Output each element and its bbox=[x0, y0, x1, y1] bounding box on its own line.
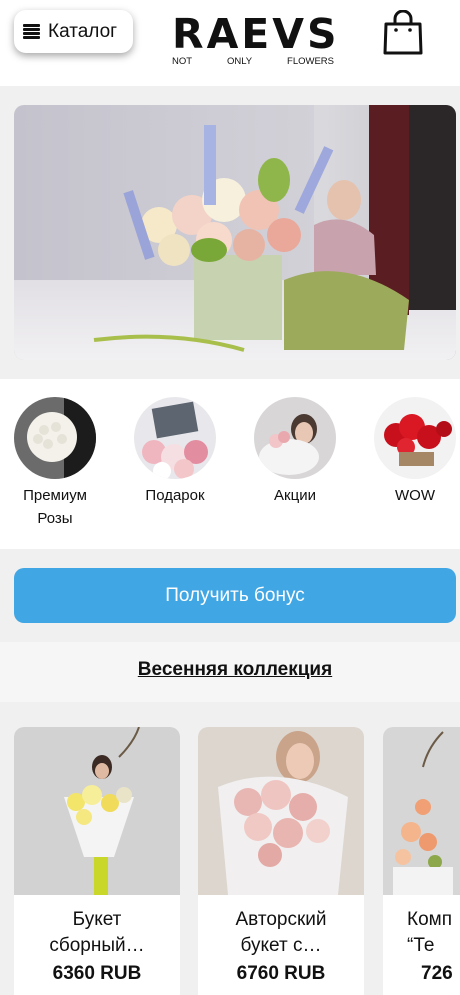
product-image bbox=[383, 727, 460, 895]
hero-banner-image[interactable] bbox=[14, 105, 456, 360]
product-name-line: Комп bbox=[407, 909, 452, 930]
category-sales[interactable]: Акции bbox=[245, 397, 345, 507]
category-label: Премиум Розы bbox=[5, 484, 105, 530]
category-image bbox=[374, 397, 456, 479]
product-name-line: “Те bbox=[407, 935, 435, 956]
product-name: Букет сборный… bbox=[14, 907, 180, 959]
category-label-line: WOW bbox=[395, 487, 435, 504]
bonus-section: Получить бонус bbox=[0, 549, 460, 642]
category-image bbox=[14, 397, 96, 479]
category-label-line: Акции bbox=[274, 487, 316, 504]
brand-logo[interactable]: RAEVS NOT ONLY FLOWERS bbox=[172, 10, 340, 74]
category-label: WOW bbox=[365, 484, 460, 507]
category-row: Премиум Розы Подарок Акции WOW bbox=[0, 379, 460, 549]
product-image bbox=[14, 727, 180, 895]
product-carousel[interactable]: Букет сборный… 6360 RUB Авторский букет … bbox=[0, 702, 460, 995]
product-name-line: Авторский bbox=[235, 909, 327, 930]
category-gift[interactable]: Подарок bbox=[125, 397, 225, 507]
product-card[interactable]: Авторский букет с… 6760 RUB bbox=[198, 727, 364, 995]
shopping-bag-icon[interactable] bbox=[383, 9, 423, 56]
category-label: Подарок bbox=[125, 484, 225, 507]
logo-tagline-word: NOT bbox=[172, 56, 193, 67]
product-name-line: букет с… bbox=[240, 935, 322, 956]
product-price: 726 bbox=[421, 963, 453, 984]
product-price: 6760 RUB bbox=[236, 963, 326, 984]
product-card[interactable]: Букет сборный… 6360 RUB bbox=[14, 727, 180, 995]
product-image bbox=[198, 727, 364, 895]
logo-wordmark: RAEVS bbox=[172, 10, 340, 58]
collection-title-link[interactable]: Весенняя коллекция bbox=[0, 659, 460, 681]
category-image bbox=[134, 397, 216, 479]
product-name-line: сборный… bbox=[49, 935, 145, 956]
product-name: Комп “Те bbox=[383, 907, 460, 959]
category-image bbox=[254, 397, 336, 479]
logo-tagline-word: FLOWERS bbox=[287, 56, 334, 67]
category-label-line: Розы bbox=[37, 510, 73, 527]
catalog-label: Каталог bbox=[48, 20, 118, 42]
category-label-line: Подарок bbox=[145, 487, 205, 504]
category-label-line: Премиум bbox=[23, 487, 87, 504]
get-bonus-button[interactable]: Получить бонус bbox=[14, 568, 456, 623]
hero-section bbox=[0, 86, 460, 379]
category-wow[interactable]: WOW bbox=[365, 397, 460, 507]
collection-header: Весенняя коллекция bbox=[0, 642, 460, 702]
product-name: Авторский букет с… bbox=[198, 907, 364, 959]
catalog-button[interactable]: Каталог bbox=[14, 10, 133, 53]
header: Каталог RAEVS NOT ONLY FLOWERS bbox=[0, 0, 460, 86]
category-premium-roses[interactable]: Премиум Розы bbox=[5, 397, 105, 530]
product-price: 6360 RUB bbox=[52, 963, 142, 984]
category-label: Акции bbox=[245, 484, 345, 507]
menu-icon bbox=[23, 23, 40, 40]
logo-tagline-word: ONLY bbox=[226, 56, 253, 67]
product-name-line: Букет bbox=[72, 909, 122, 930]
product-card[interactable]: Комп “Те 726 bbox=[383, 727, 460, 995]
